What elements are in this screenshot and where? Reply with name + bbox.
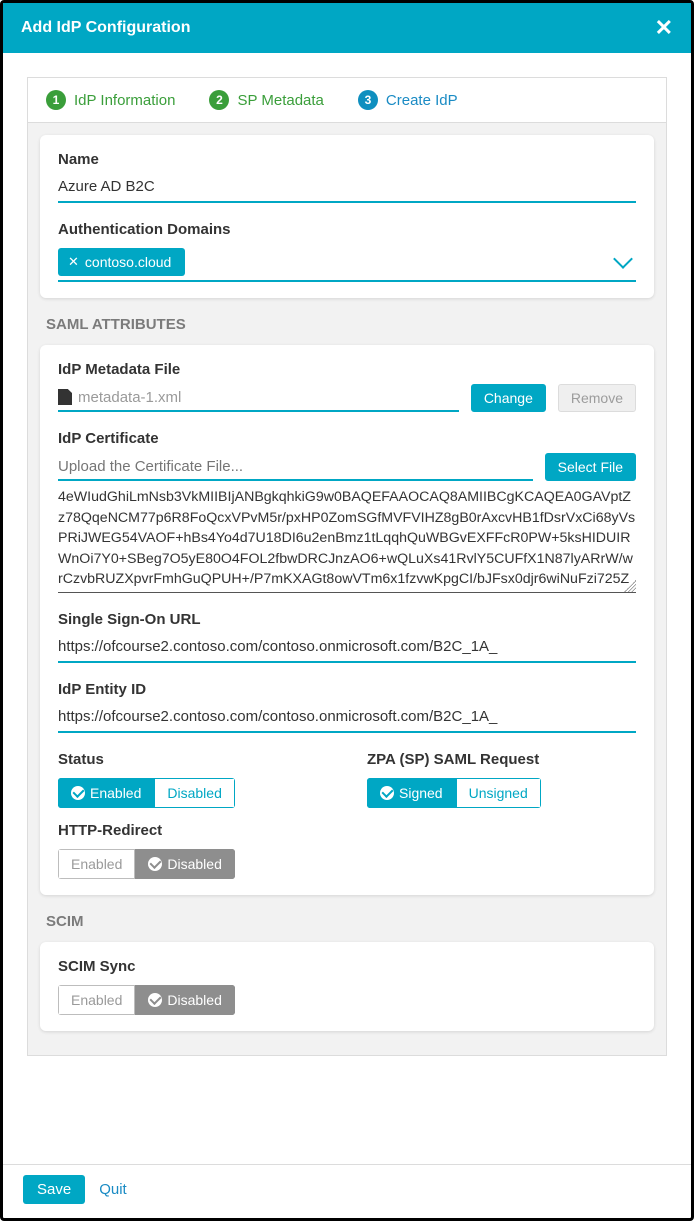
remove-chip-icon[interactable]: ✕	[68, 254, 79, 270]
stepper: 1 IdP Information 2 SP Metadata 3 Create…	[28, 78, 666, 123]
redirect-label: HTTP-Redirect	[58, 822, 636, 839]
zpa-toggle: Signed Unsigned	[367, 778, 541, 808]
status-label: Status	[58, 751, 327, 768]
scim-sync-label: SCIM Sync	[58, 958, 636, 975]
auth-domains-field[interactable]: ✕ contoso.cloud	[58, 242, 636, 282]
status-disabled-option[interactable]: Disabled	[154, 778, 234, 808]
step-number: 1	[46, 90, 66, 110]
redirect-toggle: Enabled Disabled	[58, 849, 235, 879]
remove-button[interactable]: Remove	[558, 384, 636, 412]
dialog-title: Add IdP Configuration	[21, 19, 190, 37]
scim-sync-toggle: Enabled Disabled	[58, 985, 235, 1015]
chevron-down-icon[interactable]	[613, 249, 633, 269]
saml-card: IdP Metadata File metadata-1.xml Change …	[40, 345, 654, 895]
zpa-signed-option[interactable]: Signed	[367, 778, 456, 808]
scim-section-heading: SCIM	[28, 907, 666, 930]
step-create-idp[interactable]: 3 Create IdP	[358, 90, 458, 110]
domain-chip-label: contoso.cloud	[85, 254, 171, 270]
scim-enabled-option[interactable]: Enabled	[58, 985, 135, 1015]
metadata-file-label: IdP Metadata File	[58, 361, 636, 378]
saml-section-heading: SAML ATTRIBUTES	[28, 310, 666, 333]
dialog-footer: Save Quit	[3, 1164, 691, 1218]
name-label: Name	[58, 151, 636, 168]
check-icon	[71, 786, 85, 800]
domain-chip[interactable]: ✕ contoso.cloud	[58, 248, 185, 276]
sso-url-label: Single Sign-On URL	[58, 611, 636, 628]
scim-disabled-option[interactable]: Disabled	[135, 985, 234, 1015]
entity-id-input[interactable]	[58, 702, 636, 733]
dialog-titlebar: Add IdP Configuration ✕	[3, 3, 691, 53]
status-enabled-option[interactable]: Enabled	[58, 778, 154, 808]
check-icon	[380, 786, 394, 800]
scim-card: SCIM Sync Enabled Disabled	[40, 942, 654, 1031]
step-sp-metadata[interactable]: 2 SP Metadata	[209, 90, 323, 110]
step-number: 3	[358, 90, 378, 110]
resize-handle-icon[interactable]	[624, 580, 636, 592]
check-icon	[148, 857, 162, 871]
status-toggle: Enabled Disabled	[58, 778, 235, 808]
step-label: IdP Information	[74, 92, 175, 109]
basic-card: Name Authentication Domains ✕ contoso.cl…	[40, 135, 654, 298]
name-input[interactable]	[58, 172, 636, 203]
step-number: 2	[209, 90, 229, 110]
cert-upload-field[interactable]	[58, 454, 533, 481]
entity-id-label: IdP Entity ID	[58, 681, 636, 698]
save-button[interactable]: Save	[23, 1175, 85, 1204]
select-file-button[interactable]: Select File	[545, 453, 636, 481]
change-button[interactable]: Change	[471, 384, 546, 412]
close-icon[interactable]: ✕	[655, 15, 673, 41]
dialog-content: 1 IdP Information 2 SP Metadata 3 Create…	[3, 53, 691, 1164]
cert-text[interactable]: 4eWIudGhiLmNsb3VkMIIBIjANBgkqhkiG9w0BAQE…	[58, 481, 636, 593]
redirect-enabled-option[interactable]: Enabled	[58, 849, 135, 879]
zpa-label: ZPA (SP) SAML Request	[367, 751, 636, 768]
sso-url-input[interactable]	[58, 632, 636, 663]
step-label: SP Metadata	[237, 92, 323, 109]
cert-label: IdP Certificate	[58, 430, 636, 447]
step-idp-information[interactable]: 1 IdP Information	[46, 90, 175, 110]
check-icon	[148, 993, 162, 1007]
main-panel: 1 IdP Information 2 SP Metadata 3 Create…	[27, 77, 667, 1056]
zpa-unsigned-option[interactable]: Unsigned	[456, 778, 541, 808]
step-label: Create IdP	[386, 92, 458, 109]
quit-link[interactable]: Quit	[99, 1181, 127, 1198]
metadata-file-field: metadata-1.xml	[58, 385, 459, 412]
auth-domains-label: Authentication Domains	[58, 221, 636, 238]
redirect-disabled-option[interactable]: Disabled	[135, 849, 234, 879]
file-icon	[58, 389, 72, 405]
metadata-filename: metadata-1.xml	[78, 389, 181, 406]
